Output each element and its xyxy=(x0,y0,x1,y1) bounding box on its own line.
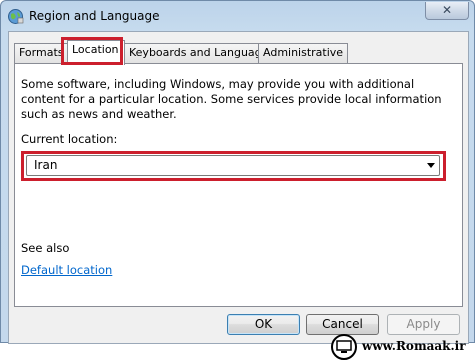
watermark: www.Romaak.ir xyxy=(331,334,475,360)
watermark-text: www.Romaak.ir xyxy=(362,339,466,353)
chevron-down-icon[interactable] xyxy=(427,163,435,168)
region-language-window: Region and Language ✕ Formats Location K… xyxy=(0,0,475,344)
default-location-link[interactable]: Default location xyxy=(21,263,112,277)
see-also-label: See also xyxy=(21,241,70,255)
current-location-value: Iran xyxy=(34,158,58,172)
tab-administrative[interactable]: Administrative xyxy=(258,43,349,63)
computer-icon xyxy=(331,334,357,360)
window-title: Region and Language xyxy=(29,9,160,23)
close-icon: ✕ xyxy=(441,3,453,17)
current-location-dropdown[interactable]: Iran xyxy=(26,155,440,176)
tab-keyboards-and-languages[interactable]: Keyboards and Languages xyxy=(124,43,280,63)
location-description: Some software, including Windows, may pr… xyxy=(21,77,442,121)
close-button[interactable]: ✕ xyxy=(425,2,469,20)
dialog-client-area: Formats Location Keyboards and Languages… xyxy=(8,31,469,344)
globe-icon xyxy=(7,8,24,25)
title-bar[interactable]: Region and Language ✕ xyxy=(1,1,474,31)
ok-button[interactable]: OK xyxy=(227,314,300,335)
tab-location[interactable]: Location xyxy=(67,40,125,65)
apply-button[interactable]: Apply xyxy=(387,314,460,335)
cancel-button[interactable]: Cancel xyxy=(306,314,379,335)
tab-formats[interactable]: Formats xyxy=(14,43,69,63)
current-location-label: Current location: xyxy=(21,132,118,146)
